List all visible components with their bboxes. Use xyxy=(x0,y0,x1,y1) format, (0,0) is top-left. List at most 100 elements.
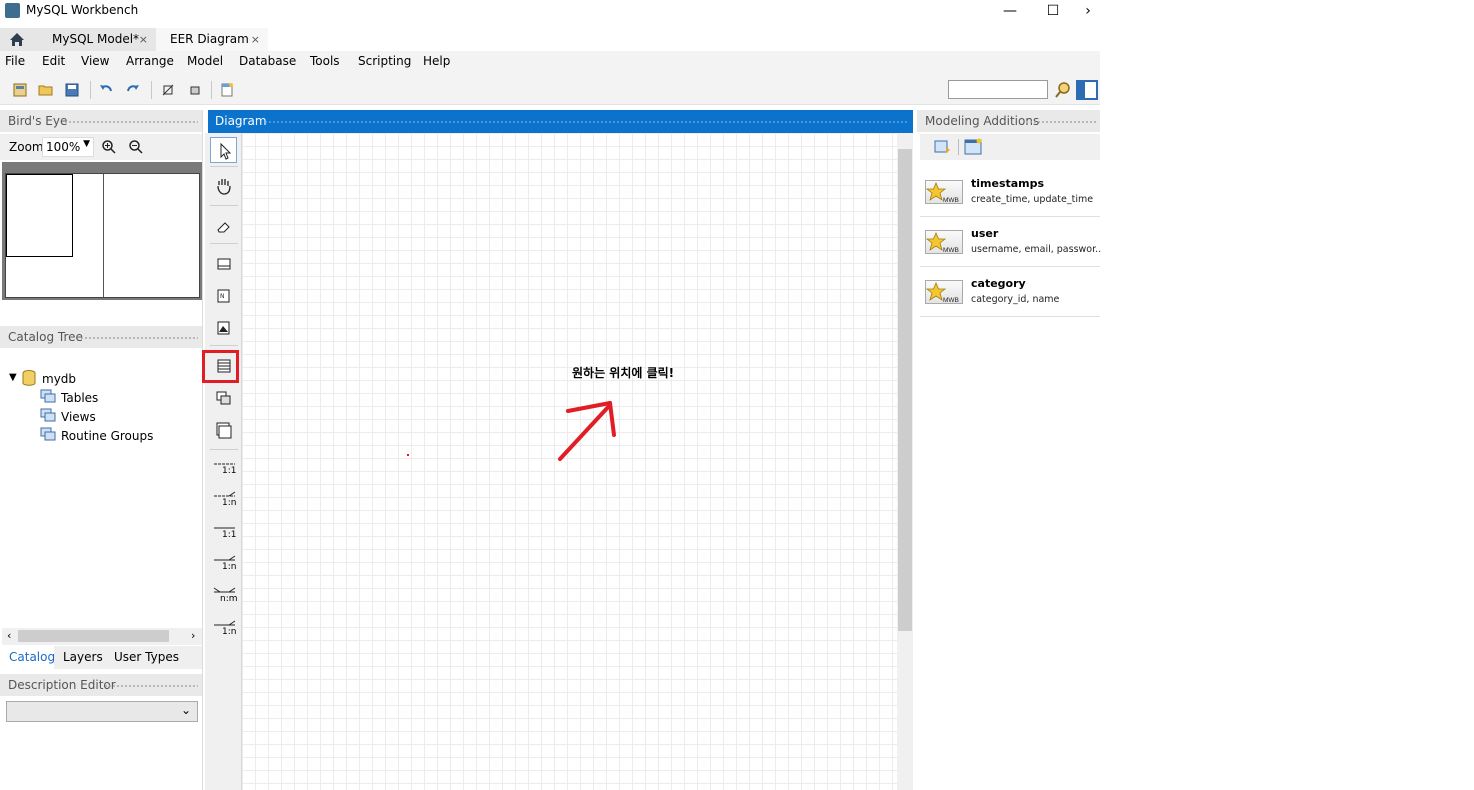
table-tool-highlight xyxy=(202,350,239,383)
hand-icon[interactable] xyxy=(210,173,237,199)
tab-user-types[interactable]: User Types xyxy=(114,650,179,664)
birds-eye-view[interactable] xyxy=(2,162,202,300)
relation-label: 1:1 xyxy=(222,530,237,540)
toolbar-separator xyxy=(211,81,212,99)
new-diagram-icon[interactable] xyxy=(219,82,235,98)
relation-label: 1:n xyxy=(222,562,237,572)
scroll-right-icon[interactable]: › xyxy=(191,629,195,642)
snippet-user[interactable]: MWB user username, email, passwor... xyxy=(920,217,1101,267)
description-object-select[interactable]: ⌄ xyxy=(6,701,198,722)
save-model-icon[interactable] xyxy=(64,82,80,98)
tab-eer-diagram[interactable]: EER Diagram × xyxy=(156,28,268,51)
birds-eye-header: Bird's Eye xyxy=(0,110,202,132)
menu-edit[interactable]: Edit xyxy=(42,54,65,68)
zoom-row: Zoom: 100% ▼ xyxy=(0,134,202,160)
toolbar-separator xyxy=(958,139,959,155)
menu-file[interactable]: File xyxy=(5,54,25,68)
menu-bar: File Edit View Arrange Model Database To… xyxy=(0,51,1100,73)
relation-label: 1:1 xyxy=(222,466,237,476)
tab-mysql-model[interactable]: MySQL Model* × xyxy=(34,28,156,51)
minimize-button[interactable]: — xyxy=(990,0,1030,22)
tab-catalog[interactable]: Catalog xyxy=(2,646,55,669)
modeling-additions-header: Modeling Additions xyxy=(917,110,1100,132)
menu-tools[interactable]: Tools xyxy=(310,54,340,68)
close-button[interactable]: › xyxy=(1076,0,1100,22)
catalog-horizontal-scrollbar[interactable]: ‹ › xyxy=(2,628,202,645)
relation-1-1-tool[interactable]: 1:1 xyxy=(210,522,237,548)
tab-close-icon[interactable]: × xyxy=(139,28,148,51)
toolbar-separator xyxy=(90,81,91,99)
align-to-grid-icon[interactable] xyxy=(187,82,203,98)
tree-item-tables[interactable]: Tables xyxy=(61,391,98,405)
menu-database[interactable]: Database xyxy=(239,54,296,68)
new-model-icon[interactable] xyxy=(12,82,28,98)
scrollbar-thumb[interactable] xyxy=(18,630,169,642)
note-tool-icon[interactable]: N xyxy=(210,283,237,309)
snippet-columns: create_time, update_time xyxy=(971,194,1094,205)
menu-scripting[interactable]: Scripting xyxy=(358,54,411,68)
home-tab[interactable] xyxy=(0,28,34,51)
relation-existing-columns-tool[interactable]: 1:n xyxy=(210,619,237,645)
chevron-down-icon: ⌄ xyxy=(180,703,191,717)
panel-grip xyxy=(1025,120,1097,124)
image-tool-icon[interactable] xyxy=(210,315,237,341)
relation-1-1-identifying-tool[interactable]: 1:1 xyxy=(210,458,237,484)
snippet-table-icon[interactable] xyxy=(964,138,982,155)
routine-groups-folder-icon xyxy=(40,427,56,441)
canvas-vertical-scrollbar[interactable] xyxy=(897,133,913,790)
eraser-icon[interactable] xyxy=(210,213,237,239)
search-icon[interactable] xyxy=(1054,81,1072,99)
snippet-star-icon: MWB xyxy=(925,180,963,204)
undo-icon[interactable] xyxy=(98,82,114,98)
redo-icon[interactable] xyxy=(125,82,141,98)
tree-item-views[interactable]: Views xyxy=(61,410,96,424)
mysql-workbench-window: MySQL Workbench — ☐ › MySQL Model* × EER… xyxy=(0,0,1101,790)
panel-grip xyxy=(80,336,198,340)
select-tool[interactable] xyxy=(210,137,237,163)
palette-separator xyxy=(210,345,238,346)
toggle-grid-icon[interactable] xyxy=(160,82,176,98)
add-snippet-icon[interactable] xyxy=(934,139,952,155)
tab-close-icon[interactable]: × xyxy=(251,28,260,51)
menu-model[interactable]: Model xyxy=(187,54,223,68)
search-input[interactable] xyxy=(948,80,1048,99)
panel-grip xyxy=(264,120,908,124)
view-tool-icon[interactable] xyxy=(210,385,237,411)
relation-n-m-tool[interactable]: n:m xyxy=(210,586,238,612)
zoom-select[interactable]: 100% ▼ xyxy=(42,137,94,157)
schema-mydb[interactable]: mydb xyxy=(42,372,76,386)
tree-item-routine-groups[interactable]: Routine Groups xyxy=(61,429,153,443)
birds-eye-canvas xyxy=(5,173,200,298)
zoom-out-icon[interactable] xyxy=(128,139,144,155)
expand-arrow-icon[interactable]: ▼ xyxy=(9,372,17,383)
snippet-category[interactable]: MWB category category_id, name xyxy=(920,267,1100,317)
scrollbar-thumb[interactable] xyxy=(898,149,912,631)
main-toolbar xyxy=(0,73,1100,105)
snippet-star-icon: MWB xyxy=(925,280,963,304)
snippet-star-icon: MWB xyxy=(925,230,963,254)
routine-group-tool-icon[interactable] xyxy=(210,417,237,443)
birds-eye-viewport[interactable] xyxy=(6,174,73,257)
zoom-in-icon[interactable] xyxy=(101,139,117,155)
database-icon xyxy=(22,370,36,386)
menu-view[interactable]: View xyxy=(81,54,109,68)
title-bar: MySQL Workbench — ☐ › xyxy=(0,0,1100,22)
views-folder-icon xyxy=(40,408,56,422)
annotation-text: 원하는 위치에 클릭! xyxy=(572,366,675,380)
description-editor-header: Description Editor xyxy=(0,674,202,696)
page-divider xyxy=(103,174,104,297)
layer-tool-icon[interactable] xyxy=(210,251,237,277)
relation-1-n-identifying-tool[interactable]: 1:n xyxy=(210,490,237,516)
menu-arrange[interactable]: Arrange xyxy=(126,54,174,68)
catalog-bottom-tabs: Catalog Layers User Types xyxy=(2,646,202,669)
scroll-left-icon[interactable]: ‹ xyxy=(7,629,11,642)
open-model-icon[interactable] xyxy=(38,82,54,98)
snippet-timestamps[interactable]: MWB timestamps create_time, update_time xyxy=(920,167,1100,217)
toggle-sidebar-icon[interactable] xyxy=(1076,80,1098,100)
tab-layers[interactable]: Layers xyxy=(63,650,103,664)
menu-help[interactable]: Help xyxy=(423,54,450,68)
palette-separator xyxy=(210,166,238,167)
snippet-columns: category_id, name xyxy=(971,294,1060,305)
maximize-button[interactable]: ☐ xyxy=(1033,0,1073,22)
relation-1-n-tool[interactable]: 1:n xyxy=(210,554,237,580)
